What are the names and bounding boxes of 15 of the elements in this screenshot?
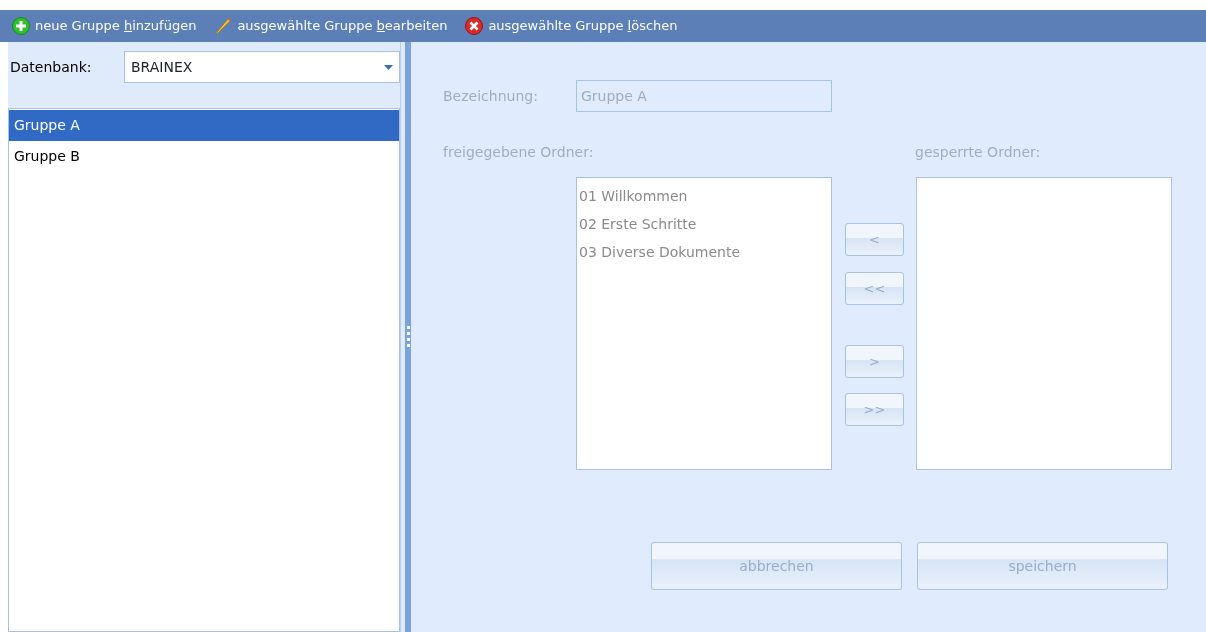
locked-folders-label: gesperrte Ordner: <box>915 143 1041 162</box>
released-folders-label: freigegebene Ordner: <box>443 143 595 162</box>
database-dropdown[interactable]: BRAINEX <box>124 51 400 83</box>
database-label: Datenbank: <box>10 57 93 77</box>
plus-icon <box>12 17 30 35</box>
delete-icon <box>465 17 484 35</box>
edit-toolbar-button[interactable]: ausgewählte Gruppe bearbeiten <box>214 16 448 36</box>
splitter-handle[interactable] <box>405 42 411 632</box>
name-label: Bezeichnung: <box>443 86 539 106</box>
delete-toolbar-button[interactable]: ausgewählte Gruppe löschen <box>465 16 678 36</box>
group-list-item[interactable]: Gruppe B <box>9 141 399 172</box>
add-toolbar-button[interactable]: neue Gruppe hinzufügen <box>12 16 197 36</box>
group-list-item[interactable]: Gruppe A <box>9 110 399 141</box>
pencil-icon <box>214 17 233 35</box>
dropdown-arrow-icon <box>384 64 393 70</box>
